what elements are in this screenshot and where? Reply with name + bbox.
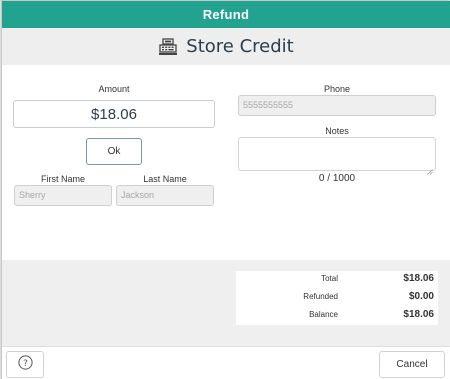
balance-value: $18.06 bbox=[403, 309, 434, 320]
ok-button[interactable]: Ok bbox=[86, 138, 142, 165]
cancel-button[interactable]: Cancel bbox=[379, 351, 445, 378]
last-name-label: Last Name bbox=[143, 174, 187, 184]
last-name-input[interactable]: Jackson bbox=[116, 185, 214, 206]
refunded-label: Refunded bbox=[303, 292, 338, 301]
dialog-footer: ? Cancel bbox=[2, 346, 450, 379]
total-value: $18.06 bbox=[403, 273, 434, 284]
page-title: Store Credit bbox=[186, 36, 294, 57]
notes-char-counter: 0 / 1000 bbox=[318, 173, 356, 184]
resize-grip-icon[interactable] bbox=[427, 162, 433, 175]
store-credit-header: Store Credit bbox=[2, 28, 450, 65]
refunded-row: Refunded $0.00 bbox=[236, 289, 438, 306]
question-icon: ? bbox=[17, 354, 33, 375]
total-label: Total bbox=[321, 274, 338, 283]
amount-label: Amount bbox=[98, 84, 130, 94]
refunded-value: $0.00 bbox=[408, 291, 434, 302]
totals-panel: Total $18.06 Refunded $0.00 Balance $18.… bbox=[236, 271, 438, 325]
help-button[interactable]: ? bbox=[6, 351, 44, 378]
notes-label: Notes bbox=[325, 126, 349, 136]
phone-input[interactable]: 5555555555 bbox=[238, 95, 436, 116]
totals-section: Total $18.06 Refunded $0.00 Balance $18.… bbox=[2, 260, 450, 346]
dialog-title: Refund bbox=[2, 1, 450, 28]
refund-dialog: Refund Store Credit Amount $18.06 Ok Fir… bbox=[1, 0, 450, 379]
balance-row: Balance $18.06 bbox=[236, 307, 438, 324]
refund-form: Amount $18.06 Ok First Name Sherry Last … bbox=[2, 65, 450, 260]
svg-text:?: ? bbox=[23, 358, 28, 368]
first-name-input[interactable]: Sherry bbox=[14, 185, 112, 206]
first-name-label: First Name bbox=[40, 174, 85, 184]
total-row: Total $18.06 bbox=[236, 271, 438, 288]
notes-textarea[interactable] bbox=[238, 137, 436, 175]
phone-label: Phone bbox=[323, 84, 351, 94]
amount-input[interactable]: $18.06 bbox=[13, 100, 215, 128]
cash-register-icon bbox=[158, 37, 178, 56]
balance-label: Balance bbox=[309, 310, 338, 319]
